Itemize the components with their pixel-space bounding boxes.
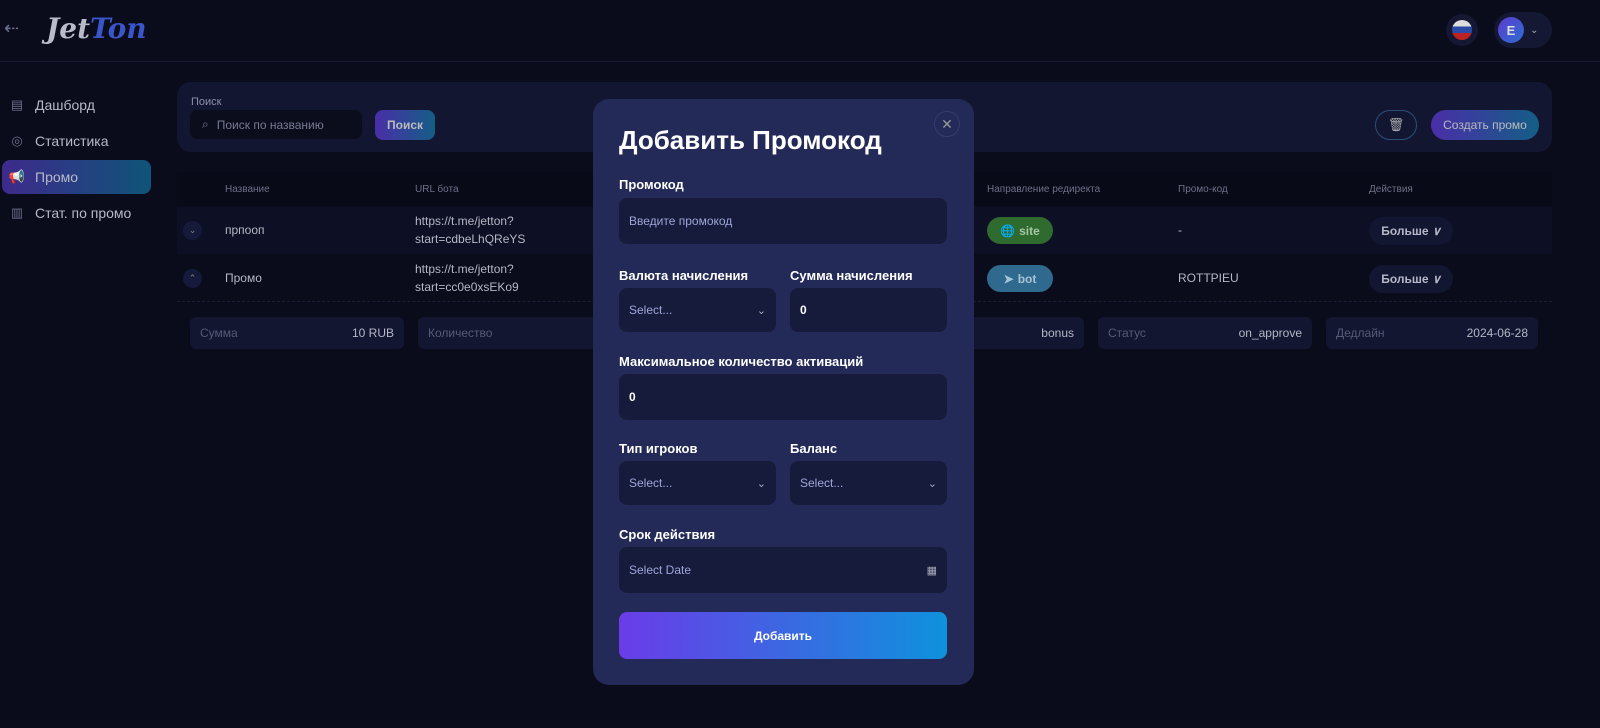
promo-placeholder: Введите промокод <box>629 214 733 228</box>
more-label: Больше <box>1381 224 1429 238</box>
collapse-toggle[interactable]: ⌃ <box>183 269 202 288</box>
row-code: ROTTPIEU <box>1178 271 1239 285</box>
chart-icon: ▥ <box>10 205 24 220</box>
row-code: - <box>1178 223 1182 237</box>
detail-label: Дедлайн <box>1336 326 1385 340</box>
sidebar: ▤ Дашборд ◎ Статистика 📢 Промо ▥ Стат. по пр… <box>0 88 152 232</box>
column-header: Название <box>225 184 270 195</box>
create-promo-button[interactable]: Создать промо <box>1431 110 1539 140</box>
trash-icon: 🗑 <box>1387 117 1405 132</box>
russia-flag-icon <box>1452 20 1472 40</box>
search-input[interactable]: ⌕ Поиск по названию <box>190 110 362 139</box>
column-header: URL бота <box>415 184 459 195</box>
telegram-icon: ➤ <box>1003 271 1014 286</box>
chevron-down-icon: ⌄ <box>756 477 766 490</box>
chevron-down-icon: ∨ <box>1431 272 1441 286</box>
chevron-down-icon: ⌄ <box>756 304 766 317</box>
row-name: Промо <box>225 271 262 285</box>
redirect-badge: 🌐 site <box>987 217 1053 244</box>
balance-value: Select... <box>800 476 844 490</box>
detail-count: Количество <box>418 317 618 349</box>
column-header: Направление редиректа <box>987 184 1101 195</box>
submit-button[interactable]: Добавить <box>619 612 947 659</box>
modal-title: Добавить Промокод <box>619 125 882 155</box>
sidebar-item-label: Дашборд <box>35 97 95 113</box>
megaphone-icon: 📢 <box>8 169 26 184</box>
search-placeholder: Поиск по названию <box>216 117 324 132</box>
detail-value: bonus <box>1041 326 1074 340</box>
row-url: https://t.me/jetton? <box>415 262 514 276</box>
balance-select[interactable]: Select... ⌄ <box>790 461 947 505</box>
row-url: start=cdbeLhQReYS <box>415 232 526 246</box>
detail-status: Статус on_approve <box>1098 317 1312 349</box>
sidebar-item-promo[interactable]: 📢 Промо <box>2 160 151 194</box>
currency-select[interactable]: Select... ⌄ <box>619 288 776 332</box>
row-url: https://t.me/jetton? <box>415 214 514 228</box>
detail-sum: Сумма 10 RUB <box>190 317 404 349</box>
sidebar-item-label: Статистика <box>35 133 109 149</box>
more-label: Больше <box>1381 272 1429 286</box>
badge-label: bot <box>1017 271 1037 286</box>
logo[interactable]: JetTon <box>46 12 147 45</box>
detail-deadline: Дедлайн 2024-06-28 <box>1326 317 1538 349</box>
avatar: E <box>1498 17 1524 43</box>
language-button[interactable] <box>1446 14 1478 46</box>
date-label: Срок действия <box>619 527 716 542</box>
row-name: прпооп <box>225 223 265 237</box>
promo-input[interactable]: Введите промокод <box>619 198 947 244</box>
currency-label: Валюта начисления <box>619 268 749 283</box>
more-button[interactable]: Больше ∨ <box>1369 217 1453 245</box>
sidebar-item-label: Стат. по промо <box>35 205 132 221</box>
promo-label: Промокод <box>619 177 684 192</box>
amount-input[interactable]: 0 <box>790 288 947 332</box>
date-picker[interactable]: Select Date ▦ <box>619 547 947 593</box>
detail-value: 2024-06-28 <box>1466 326 1528 340</box>
max-activations-input[interactable]: 0 <box>619 374 947 420</box>
chevron-down-icon: ⌄ <box>1530 24 1539 36</box>
more-button[interactable]: Больше ∨ <box>1369 265 1453 293</box>
user-menu[interactable]: E ⌄ <box>1494 12 1552 48</box>
sidebar-item-promo-stats[interactable]: ▥ Стат. по промо <box>0 196 152 230</box>
detail-value: 10 RUB <box>351 326 394 340</box>
collapse-sidebar-icon[interactable]: ⇠ <box>4 18 19 39</box>
close-icon[interactable]: ✕ <box>934 111 960 137</box>
balance-label: Баланс <box>790 441 838 456</box>
amount-value: 0 <box>800 303 807 317</box>
currency-value: Select... <box>629 303 673 317</box>
row-url: start=cc0e0xsEKo9 <box>415 280 519 294</box>
detail-label: Сумма <box>200 326 238 340</box>
players-select[interactable]: Select... ⌄ <box>619 461 776 505</box>
expand-toggle[interactable]: ⌄ <box>183 221 202 240</box>
max-activations-value: 0 <box>629 390 636 404</box>
dashboard-icon: ▤ <box>10 97 24 112</box>
detail-label: Количество <box>428 326 493 340</box>
add-promo-modal: ✕ Добавить Промокод Промокод Введите про… <box>593 99 974 685</box>
max-activations-label: Максимальное количество активаций <box>619 354 864 369</box>
players-label: Тип игроков <box>619 441 698 456</box>
sidebar-item-label: Промо <box>35 169 79 185</box>
calendar-icon[interactable]: ▦ <box>927 564 937 577</box>
sidebar-item-dashboard[interactable]: ▤ Дашборд <box>0 88 152 122</box>
header: ⇠ JetTon E ⌄ <box>0 0 1600 62</box>
chevron-down-icon: ⌄ <box>927 477 937 490</box>
sidebar-item-stats[interactable]: ◎ Статистика <box>0 124 152 158</box>
redirect-badge: ➤ bot <box>987 265 1053 292</box>
detail-value: on_approve <box>1238 326 1302 340</box>
search-button[interactable]: Поиск <box>375 110 435 140</box>
badge-label: site <box>1019 223 1040 238</box>
chevron-down-icon: ∨ <box>1431 224 1441 238</box>
column-header: Промо-код <box>1178 184 1228 195</box>
stats-icon: ◎ <box>11 133 23 148</box>
date-placeholder: Select Date <box>629 563 692 577</box>
globe-icon: 🌐 <box>1000 223 1016 238</box>
column-header: Действия <box>1369 184 1413 195</box>
detail-label: Статус <box>1108 326 1146 340</box>
delete-button[interactable]: 🗑 <box>1375 110 1417 140</box>
amount-label: Сумма начисления <box>790 268 913 283</box>
search-label: Поиск <box>191 96 222 108</box>
detail-type: bonus <box>960 317 1084 349</box>
search-icon: ⌕ <box>202 117 209 131</box>
players-value: Select... <box>629 476 673 490</box>
